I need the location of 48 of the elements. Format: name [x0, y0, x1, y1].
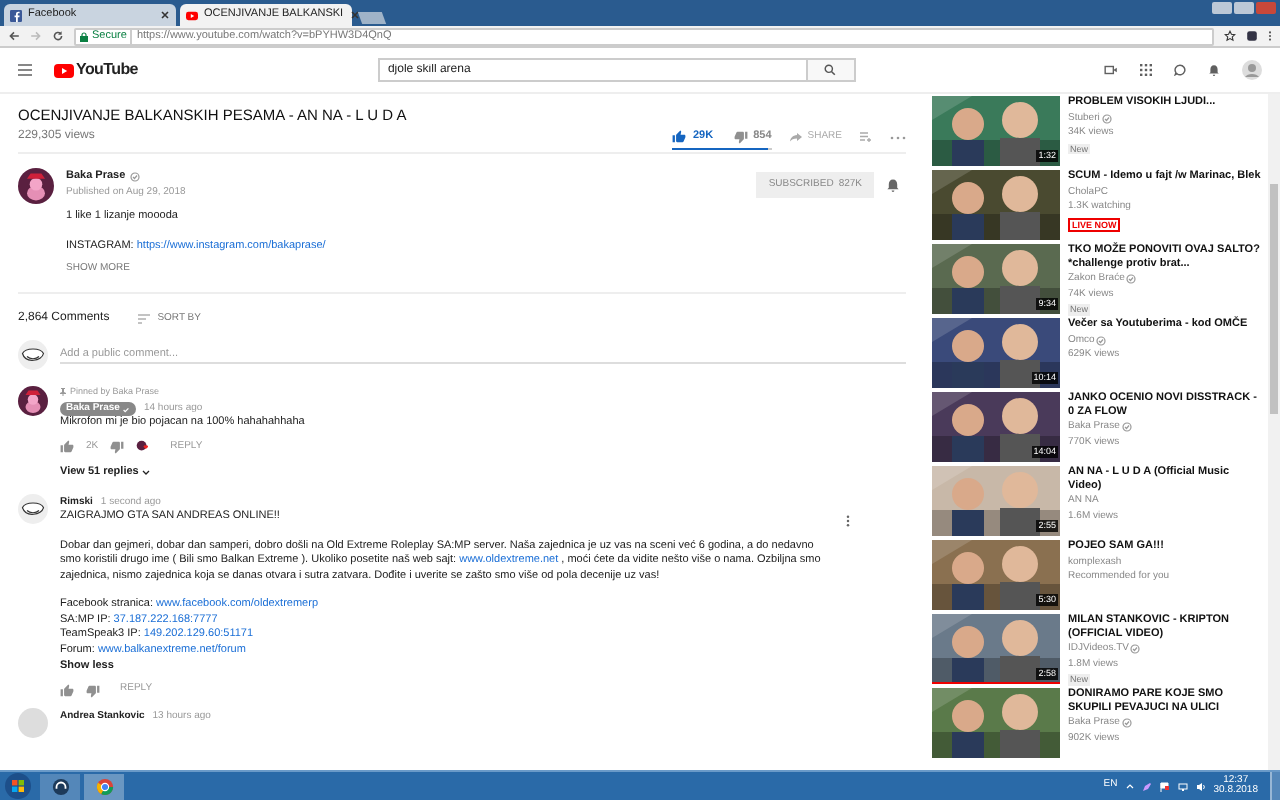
youtube-logo-icon[interactable] — [54, 63, 74, 77]
comment-dislike-icon[interactable] — [110, 440, 125, 454]
scrollbar-thumb[interactable] — [1270, 184, 1278, 414]
channel-avatar[interactable] — [18, 168, 54, 204]
thumbs-up-icon[interactable] — [672, 130, 687, 144]
scrollbar[interactable] — [1268, 94, 1280, 770]
reload-icon[interactable] — [52, 30, 64, 42]
comment-dislike-icon[interactable] — [86, 683, 100, 697]
youtube-logo-text[interactable]: YouTube — [76, 58, 138, 82]
check-icon — [121, 405, 130, 413]
user-avatar-icon — [18, 340, 48, 370]
headset-icon — [51, 777, 69, 795]
menu-icon[interactable] — [18, 64, 32, 76]
sort-icon — [137, 314, 150, 324]
network-icon[interactable] — [1177, 781, 1188, 791]
back-icon[interactable] — [8, 30, 20, 42]
avatar-icon[interactable] — [1242, 60, 1262, 80]
chevron-down-icon — [142, 469, 151, 476]
commenter-avatar — [18, 386, 48, 416]
close-icon[interactable] — [349, 10, 360, 20]
chrome-taskbar-button[interactable] — [84, 773, 124, 799]
lock-icon — [80, 31, 88, 41]
star-icon[interactable] — [1224, 30, 1236, 42]
start-button[interactable] — [4, 772, 32, 800]
pin-icon — [60, 388, 66, 397]
show-hidden-icons-icon[interactable] — [1125, 782, 1134, 790]
notification-bell-icon[interactable] — [886, 178, 900, 192]
chrome-icon — [95, 777, 113, 795]
taskbar-app-button[interactable] — [40, 773, 80, 799]
apps-grid-icon[interactable] — [1140, 64, 1152, 76]
comment-like-icon[interactable] — [60, 440, 74, 454]
commenter-avatar — [18, 493, 48, 523]
pen-icon[interactable] — [1141, 781, 1152, 791]
facebook-icon — [10, 9, 22, 21]
video-camera-icon[interactable] — [1104, 64, 1118, 76]
search-icon — [824, 64, 837, 76]
thumbs-down-icon[interactable] — [733, 130, 748, 144]
comment-like-icon[interactable] — [60, 683, 74, 697]
volume-icon[interactable] — [1195, 781, 1206, 791]
close-icon[interactable] — [160, 10, 170, 20]
extension-icon[interactable] — [1246, 30, 1258, 42]
share-icon — [789, 132, 802, 142]
flag-icon[interactable] — [1159, 781, 1170, 791]
bell-icon[interactable] — [1208, 64, 1220, 76]
search-button[interactable] — [807, 58, 856, 82]
chat-icon[interactable] — [1174, 64, 1186, 76]
youtube-icon — [186, 9, 198, 21]
commenter-avatar — [18, 707, 48, 738]
